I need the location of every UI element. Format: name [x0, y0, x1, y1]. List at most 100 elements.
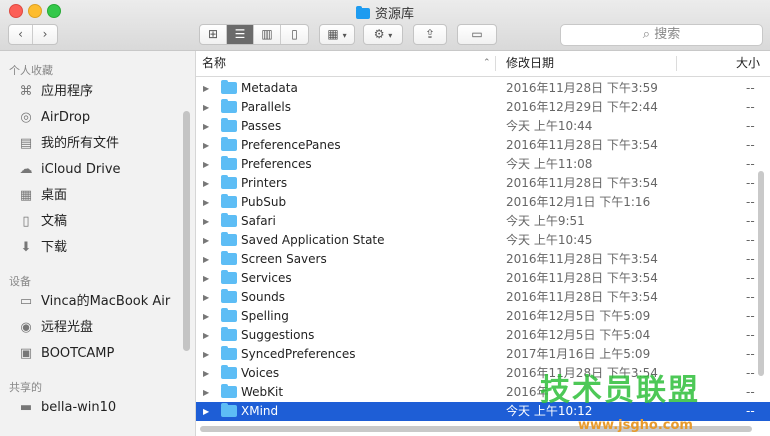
- disclosure-triangle-icon[interactable]: ▶: [203, 174, 209, 193]
- sidebar-item-airdrop[interactable]: ◎ AirDrop: [18, 106, 90, 130]
- file-name: Printers: [241, 176, 288, 190]
- table-row[interactable]: ▶ Preferences 今天 上午11:08 --: [196, 155, 770, 174]
- file-name: Services: [241, 271, 292, 285]
- disclosure-triangle-icon[interactable]: ▶: [203, 155, 209, 174]
- titlebar: 资源库 ‹ › ⊞ ☰ ▥ ▯ ▦ ▾ ⚙ ▾ ⇪ ▭ ⌕ 搜索: [0, 0, 770, 51]
- disclosure-triangle-icon[interactable]: ▶: [203, 231, 209, 250]
- cloud-icon: ☁: [19, 162, 33, 177]
- sidebar-item-documents[interactable]: ▯ 文稿: [18, 210, 67, 234]
- file-name: Suggestions: [241, 328, 315, 342]
- disclosure-triangle-icon[interactable]: ▶: [203, 117, 209, 136]
- column-header-size[interactable]: 大小: [736, 51, 760, 76]
- column-header-date[interactable]: 修改日期: [506, 51, 554, 76]
- disclosure-triangle-icon[interactable]: ▶: [203, 79, 209, 98]
- file-size: --: [746, 195, 755, 209]
- list-header: 名称 ⌃ 修改日期 大小: [196, 51, 770, 77]
- table-row[interactable]: ▶ Spelling 2016年12月5日 下午5:09 --: [196, 307, 770, 326]
- sidebar-item-macbook[interactable]: ▭ Vinca的MacBook Air: [18, 290, 170, 314]
- action-button[interactable]: ⚙ ▾: [363, 24, 403, 45]
- disclosure-triangle-icon[interactable]: ▶: [203, 364, 209, 383]
- file-name: Parallels: [241, 100, 291, 114]
- sidebar-item-all-files[interactable]: ▤ 我的所有文件: [18, 132, 119, 156]
- file-size: --: [746, 328, 755, 342]
- airdrop-icon: ◎: [20, 110, 32, 125]
- table-row[interactable]: ▶ Suggestions 2016年12月5日 下午5:04 --: [196, 326, 770, 345]
- search-icon: ⌕: [642, 27, 651, 42]
- sidebar-item-downloads[interactable]: ⬇ 下载: [18, 236, 67, 260]
- monitor-icon: ▬: [19, 400, 33, 415]
- sidebar-item-label: 下载: [41, 240, 68, 255]
- table-row[interactable]: ▶ SyncedPreferences 2017年1月16日 上午5:09 --: [196, 345, 770, 364]
- column-divider: [676, 56, 677, 71]
- column-header-name[interactable]: 名称: [202, 51, 226, 76]
- chevron-down-icon: ▾: [388, 31, 393, 40]
- forward-button[interactable]: ›: [33, 25, 57, 44]
- file-modified-date: 2016年11月28日 下午3:54: [506, 252, 658, 266]
- tag-button[interactable]: ▭: [457, 24, 497, 45]
- sidebar-item-bella-win10[interactable]: ▬ bella-win10: [18, 396, 116, 420]
- icon-view-button[interactable]: ⊞: [200, 25, 227, 44]
- disclosure-triangle-icon[interactable]: ▶: [203, 383, 209, 402]
- disclosure-triangle-icon[interactable]: ▶: [203, 98, 209, 117]
- disclosure-triangle-icon[interactable]: ▶: [203, 402, 209, 421]
- folder-icon: [221, 118, 237, 132]
- file-modified-date: 2016年11月28日 下午3:54: [506, 176, 658, 190]
- disc-icon: ◉: [20, 320, 32, 335]
- table-row[interactable]: ▶ Safari 今天 上午9:51 --: [196, 212, 770, 231]
- disclosure-triangle-icon[interactable]: ▶: [203, 212, 209, 231]
- table-row[interactable]: ▶ Metadata 2016年11月28日 下午3:59 --: [196, 79, 770, 98]
- disclosure-triangle-icon[interactable]: ▶: [203, 136, 209, 155]
- folder-icon: [221, 156, 237, 170]
- disclosure-triangle-icon[interactable]: ▶: [203, 345, 209, 364]
- list-vertical-scrollbar[interactable]: [758, 171, 764, 376]
- table-row[interactable]: ▶ Screen Savers 2016年11月28日 下午3:54 --: [196, 250, 770, 269]
- file-modified-date: 今天 上午10:45: [506, 233, 593, 247]
- watermark-logo: 技术员联盟: [540, 373, 700, 408]
- view-mode-control: ⊞ ☰ ▥ ▯: [199, 24, 309, 45]
- folder-icon: [221, 289, 237, 303]
- file-size: --: [746, 100, 755, 114]
- file-name: PreferencePanes: [241, 138, 341, 152]
- desktop-icon: ▦: [19, 188, 33, 203]
- coverflow-view-button[interactable]: ▯: [281, 25, 308, 44]
- file-size: --: [746, 138, 755, 152]
- column-view-button[interactable]: ▥: [254, 25, 281, 44]
- disclosure-triangle-icon[interactable]: ▶: [203, 307, 209, 326]
- file-size: --: [746, 271, 755, 285]
- sidebar-item-bootcamp[interactable]: ▣ BOOTCAMP: [18, 342, 115, 366]
- share-button[interactable]: ⇪: [413, 24, 447, 45]
- drive-icon: ▣: [19, 346, 33, 361]
- table-row[interactable]: ▶ PreferencePanes 2016年11月28日 下午3:54 --: [196, 136, 770, 155]
- search-input[interactable]: ⌕ 搜索: [560, 24, 763, 46]
- grid-icon: ⊞: [207, 27, 219, 41]
- table-row[interactable]: ▶ Sounds 2016年11月28日 下午3:54 --: [196, 288, 770, 307]
- table-row[interactable]: ▶ Passes 今天 上午10:44 --: [196, 117, 770, 136]
- disclosure-triangle-icon[interactable]: ▶: [203, 250, 209, 269]
- disclosure-triangle-icon[interactable]: ▶: [203, 288, 209, 307]
- arrange-button[interactable]: ▦ ▾: [319, 24, 355, 45]
- sidebar-item-applications[interactable]: ⌘ 应用程序: [18, 80, 94, 104]
- table-row[interactable]: ▶ Services 2016年11月28日 下午3:54 --: [196, 269, 770, 288]
- tag-icon: ▭: [471, 27, 483, 41]
- file-modified-date: 2016年12月29日 下午2:44: [506, 100, 658, 114]
- table-row[interactable]: ▶ PubSub 2016年12月1日 下午1:16 --: [196, 193, 770, 212]
- sidebar-item-icloud-drive[interactable]: ☁ iCloud Drive: [18, 158, 121, 182]
- chevron-down-icon: ▾: [342, 31, 347, 40]
- table-row[interactable]: ▶ Saved Application State 今天 上午10:45 --: [196, 231, 770, 250]
- disclosure-triangle-icon[interactable]: ▶: [203, 269, 209, 288]
- back-button[interactable]: ‹: [9, 25, 33, 44]
- sidebar-item-desktop[interactable]: ▦ 桌面: [18, 184, 67, 208]
- disclosure-triangle-icon[interactable]: ▶: [203, 193, 209, 212]
- table-row[interactable]: ▶ Parallels 2016年12月29日 下午2:44 --: [196, 98, 770, 117]
- sidebar-scrollbar[interactable]: [183, 111, 190, 351]
- file-name: Sounds: [241, 290, 286, 304]
- folder-icon: [221, 80, 237, 94]
- table-row[interactable]: ▶ Printers 2016年11月28日 下午3:54 --: [196, 174, 770, 193]
- list-view-button[interactable]: ☰: [227, 25, 254, 44]
- sidebar-item-remote-disc[interactable]: ◉ 远程光盘: [18, 316, 93, 340]
- sidebar-section-favorites: 个人收藏: [9, 64, 53, 77]
- file-size: --: [746, 176, 755, 190]
- column-divider: [495, 56, 496, 71]
- file-modified-date: 2016年11月28日 下午3:54: [506, 290, 658, 304]
- disclosure-triangle-icon[interactable]: ▶: [203, 326, 209, 345]
